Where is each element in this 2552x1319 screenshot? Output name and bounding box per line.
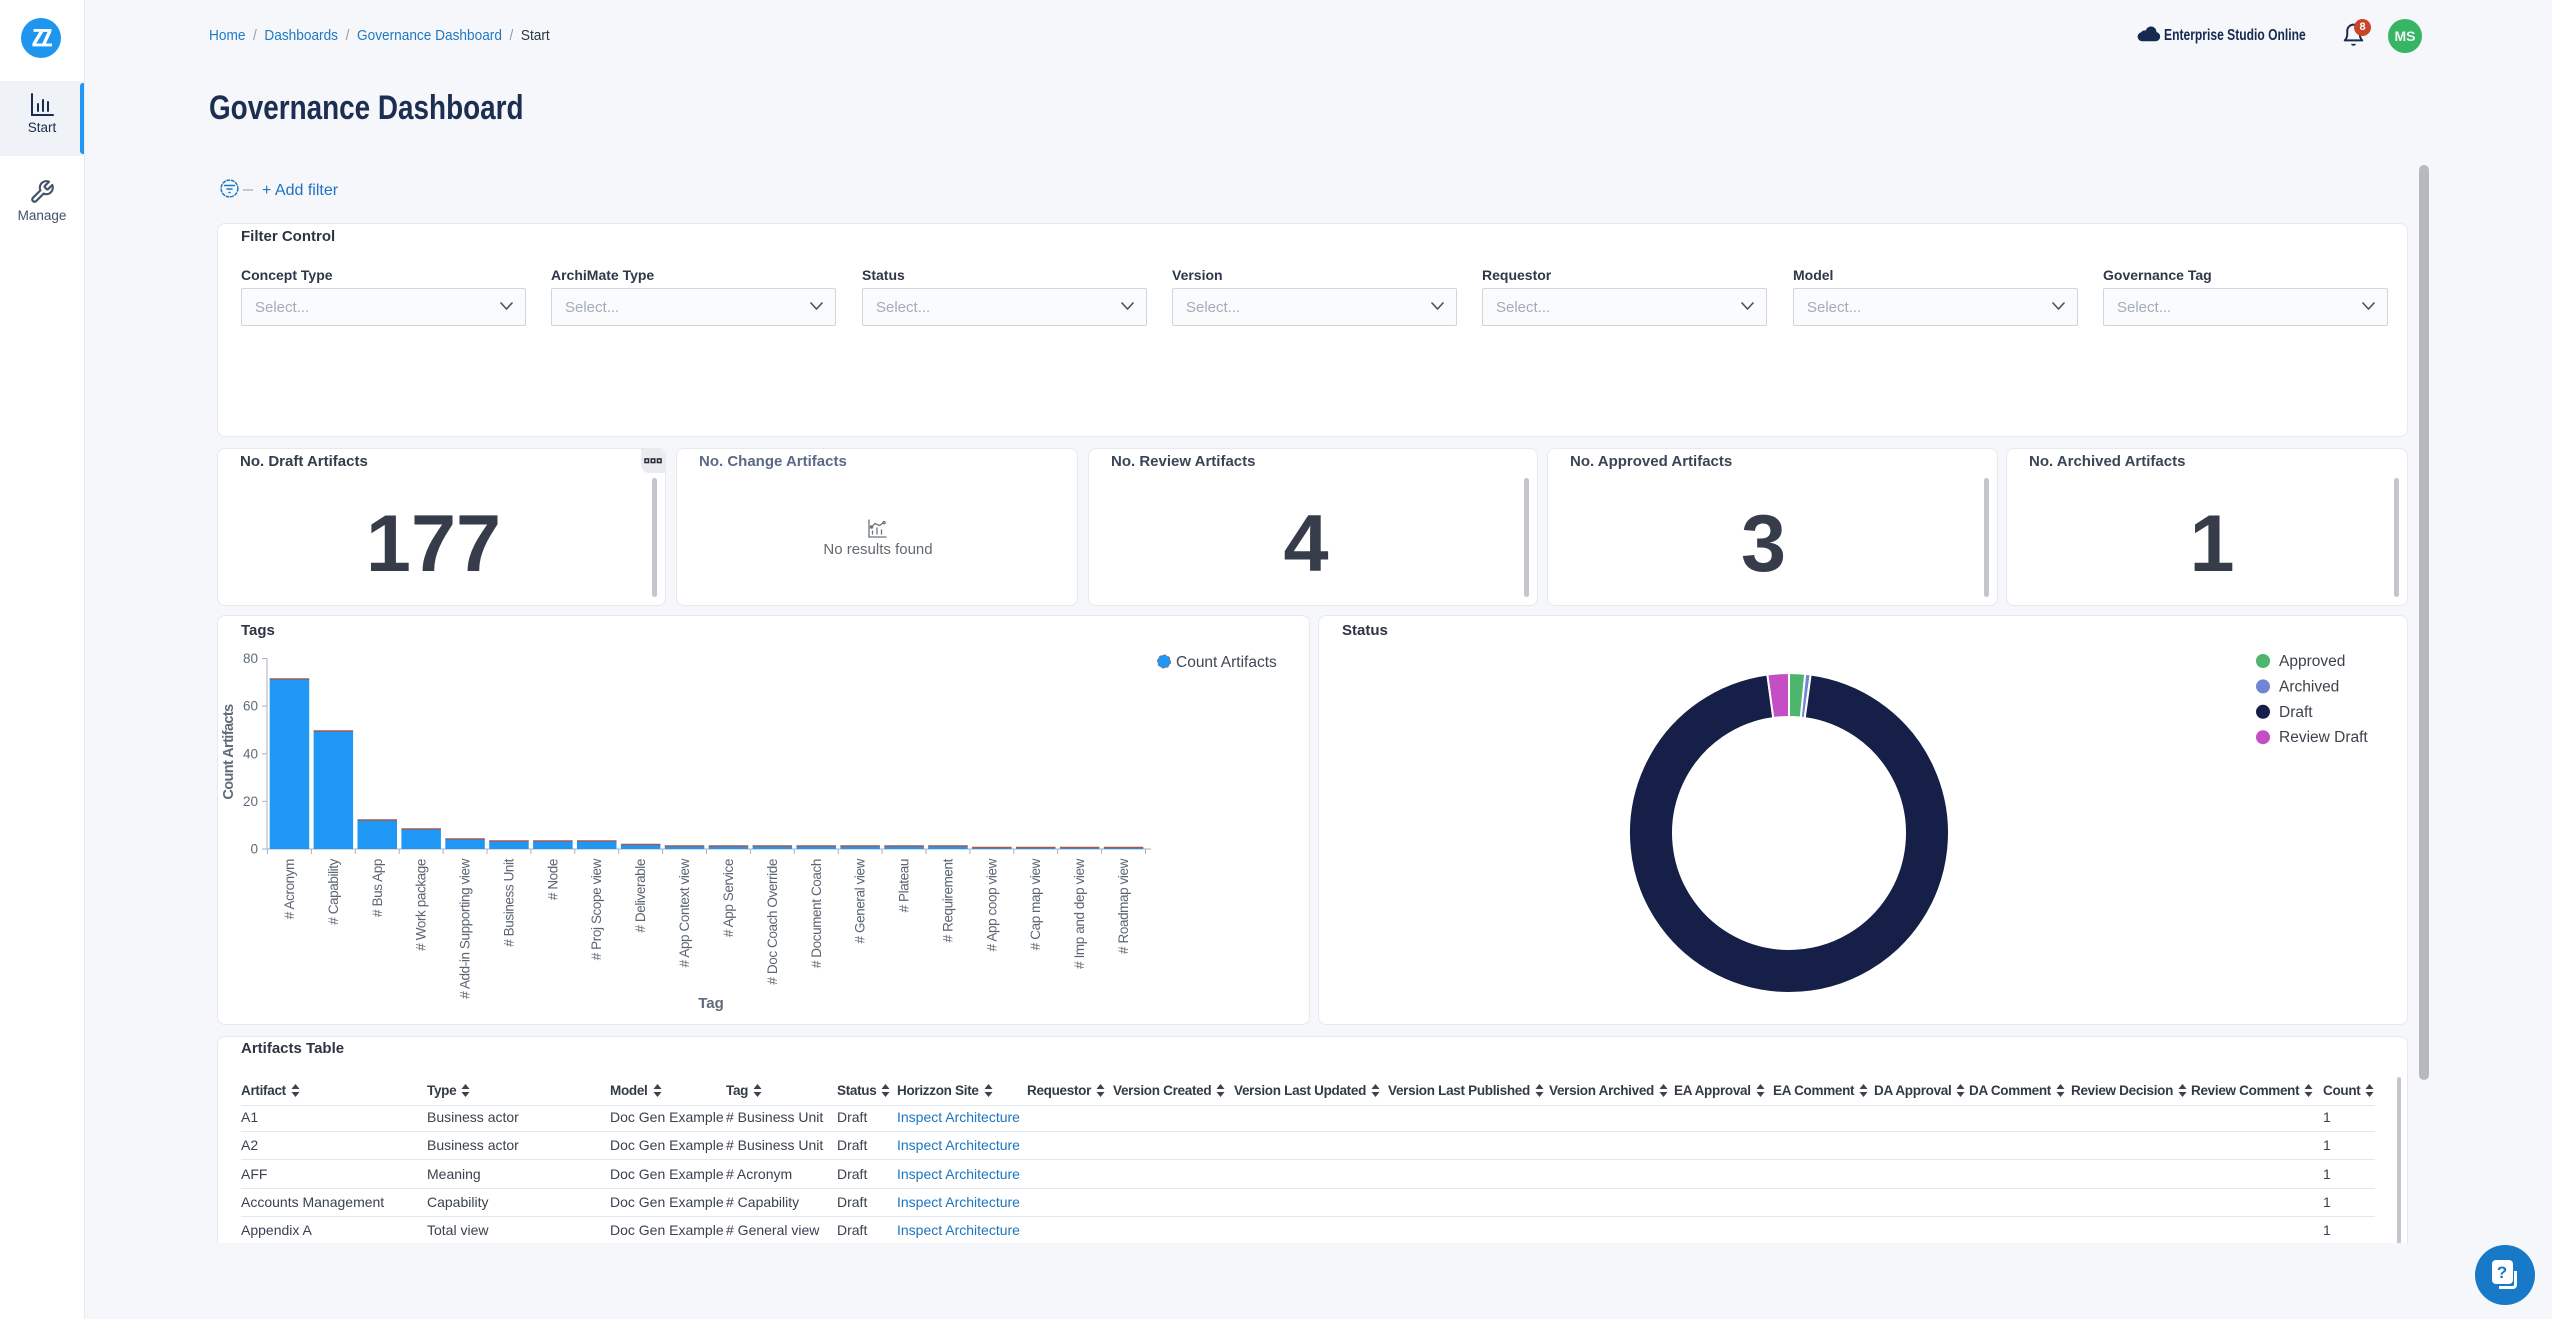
svg-text:60: 60 — [243, 699, 258, 714]
svg-text:# App Service: # App Service — [721, 859, 736, 937]
svg-text:# Capability: # Capability — [326, 858, 341, 924]
svg-text:# App coop view: # App coop view — [984, 858, 999, 951]
svg-text:0: 0 — [250, 842, 258, 857]
svg-text:Archived: Archived — [2279, 678, 2339, 695]
svg-text:# Requirement: # Requirement — [941, 858, 956, 942]
svg-text:# General view: # General view — [853, 858, 868, 943]
svg-text:# Doc Coach Override: # Doc Coach Override — [765, 859, 780, 985]
svg-text:# Roadmap view: # Roadmap view — [1116, 858, 1131, 954]
svg-text:# Bus App: # Bus App — [370, 859, 385, 917]
svg-text:# Acronym: # Acronym — [282, 859, 297, 919]
svg-text:# Document Coach: # Document Coach — [809, 859, 824, 968]
svg-text:Tag: Tag — [698, 995, 724, 1012]
svg-text:# Node: # Node — [545, 859, 560, 900]
svg-text:80: 80 — [243, 651, 258, 666]
svg-text:Count Artifacts: Count Artifacts — [221, 704, 237, 800]
svg-text:?: ? — [2497, 1263, 2507, 1282]
svg-text:# Work package: # Work package — [414, 859, 429, 951]
svg-text:Review Draft: Review Draft — [2279, 729, 2368, 746]
svg-text:# Plateau: # Plateau — [897, 859, 912, 912]
svg-text:# Imp and dep view: # Imp and dep view — [1072, 858, 1087, 969]
svg-text:Draft: Draft — [2279, 704, 2313, 721]
svg-text:# Business Unit: # Business Unit — [501, 858, 516, 946]
svg-text:# App Context view: # App Context view — [677, 858, 692, 967]
svg-text:# Cap map view: # Cap map view — [1028, 858, 1043, 950]
svg-text:20: 20 — [243, 794, 258, 809]
svg-text:Count Artifacts: Count Artifacts — [1176, 654, 1277, 671]
svg-text:40: 40 — [243, 746, 258, 761]
svg-text:# Deliverable: # Deliverable — [633, 859, 648, 933]
svg-text:# Proj Scope view: # Proj Scope view — [589, 858, 604, 960]
svg-text:# Add-in Supporting view: # Add-in Supporting view — [458, 858, 473, 998]
svg-text:Approved: Approved — [2279, 653, 2345, 670]
